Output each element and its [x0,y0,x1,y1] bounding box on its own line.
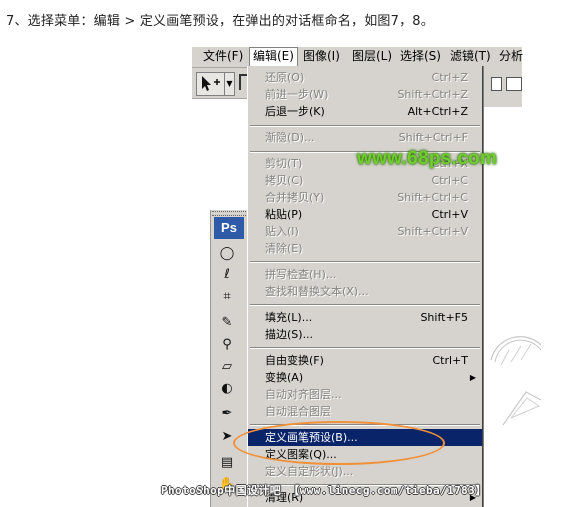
menu-analysis[interactable]: 分析 [496,48,526,65]
menu-item-free-transform[interactable]: 自由变换(F) Ctrl+T [248,352,482,369]
menu-filter[interactable]: 滤镜(T) [447,48,494,65]
menu-item-paste[interactable]: 粘贴(P) Ctrl+V [248,206,482,223]
healing-icon[interactable]: ✎ [216,314,238,332]
eraser-icon[interactable]: ▱ [216,358,238,376]
submenu-arrow-icon: ▶ [469,373,476,382]
menu-item-find-replace[interactable]: 查找和替换文本(X)... [248,283,482,300]
menu-item-fill[interactable]: 填充(L)... Shift+F5 [248,309,482,326]
menu-item-stroke[interactable]: 描边(S)... [248,326,482,343]
menu-file[interactable]: 文件(F) [200,48,246,65]
menu-item-undo[interactable]: 还原(O) Ctrl+Z [248,69,482,86]
menu-item-copy-merged[interactable]: 合并拷贝(Y) Shift+Ctrl+C [248,189,482,206]
menu-item-spell-check[interactable]: 拼写检查(H)... [248,266,482,283]
site-watermark: www.68ps.com [357,148,498,169]
move-tool-preset-icon[interactable] [196,72,226,96]
menu-item-step-backward[interactable]: 后退一步(K) Alt+Ctrl+Z [248,103,482,120]
pen-icon[interactable]: ✒ [216,405,238,423]
menu-separator [250,261,480,263]
menu-item-auto-align[interactable]: 自动对齐图层... [248,386,482,403]
canvas-line-art [490,336,541,426]
menu-item-step-forward[interactable]: 前进一步(W) Shift+Ctrl+Z [248,86,482,103]
callout-oval [233,421,445,465]
menu-item-copy[interactable]: 拷贝(C) Ctrl+C [248,172,482,189]
menu-item-clear[interactable]: 清除(E) [248,240,482,257]
dodge-icon[interactable]: ◐ [216,380,238,398]
preset-dropdown-icon[interactable]: ▼ [224,72,235,96]
menu-item-define-shape[interactable]: 定义自定形状(J)... [248,463,482,480]
menu-layer[interactable]: 图层(L) [349,48,395,65]
menu-bar: 文件(F) 编辑(E) 图像(I) 图层(L) 选择(S) 滤镜(T) 分析 [192,47,523,68]
lasso-icon[interactable]: ℓ [216,266,238,284]
menu-edit[interactable]: 编辑(E) [249,47,298,67]
photoshop-logo: Ps [214,217,244,239]
option-swatch-icon[interactable] [506,77,522,91]
menu-item-fade[interactable]: 渐隐(D)... Shift+Ctrl+F [248,129,482,146]
footer-watermark: PhotoShop中国设计吧 【www.linecg.com/tieba/178… [161,484,487,497]
menu-separator [250,347,480,349]
menu-item-transform[interactable]: 变换(A) ▶ [248,369,482,386]
crop-icon[interactable]: ⌗ [216,288,238,306]
instruction-caption: 7、选择菜单：编辑 > 定义画笔预设，在弹出的对话框命名，如图7，8。 [6,14,434,29]
menu-separator [250,304,480,306]
menu-select[interactable]: 选择(S) [397,48,444,65]
stamp-icon[interactable]: ⚲ [216,336,238,354]
notes-icon[interactable]: ▤ [216,454,238,472]
menu-image[interactable]: 图像(I) [300,48,343,65]
option-checkbox-icon[interactable] [491,77,502,91]
marquee-icon[interactable]: ◯ [216,245,238,263]
toolbox-grip[interactable] [212,211,246,216]
menu-item-auto-blend[interactable]: 自动混合图层 [248,403,482,420]
menu-separator [250,125,480,127]
menu-item-paste-into[interactable]: 贴入(I) Shift+Ctrl+V [248,223,482,240]
